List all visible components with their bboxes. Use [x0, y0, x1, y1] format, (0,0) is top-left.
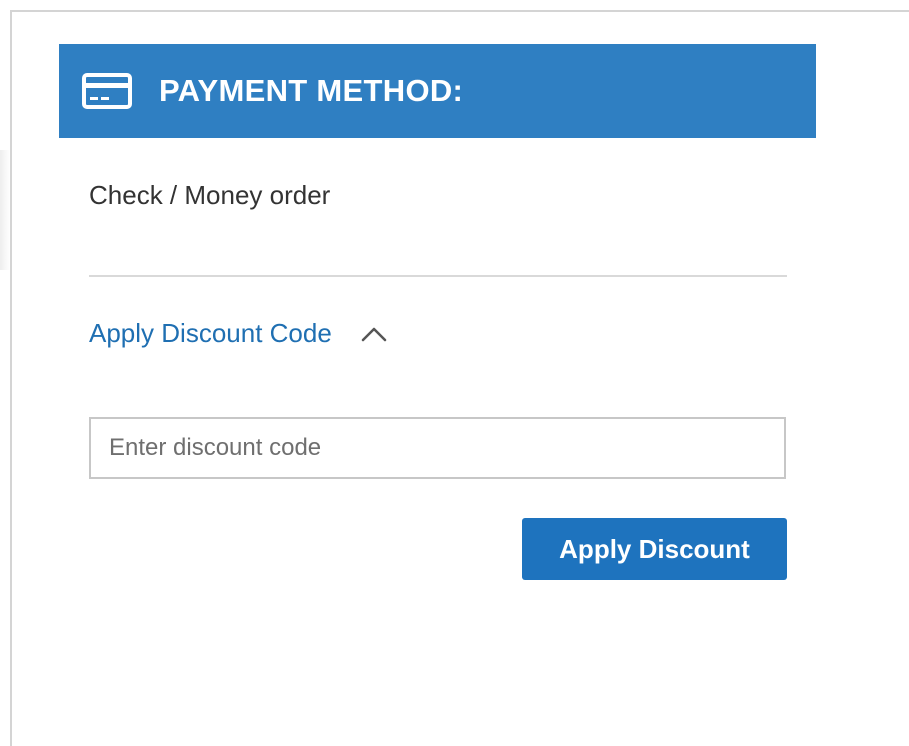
payment-method-title: PAYMENT METHOD:	[159, 73, 464, 108]
discount-code-input[interactable]	[89, 417, 786, 479]
apply-discount-button[interactable]: Apply Discount	[522, 518, 787, 580]
left-edge-shadow	[0, 150, 10, 270]
chevron-up-icon[interactable]	[360, 324, 388, 344]
apply-discount-code-label[interactable]: Apply Discount Code	[89, 318, 332, 349]
section-divider	[89, 275, 787, 277]
payment-method-header: PAYMENT METHOD:	[59, 44, 816, 138]
selected-payment-method: Check / Money order	[89, 180, 331, 210]
credit-card-icon	[81, 72, 133, 110]
apply-discount-code-toggle[interactable]: Apply Discount Code	[89, 318, 388, 349]
